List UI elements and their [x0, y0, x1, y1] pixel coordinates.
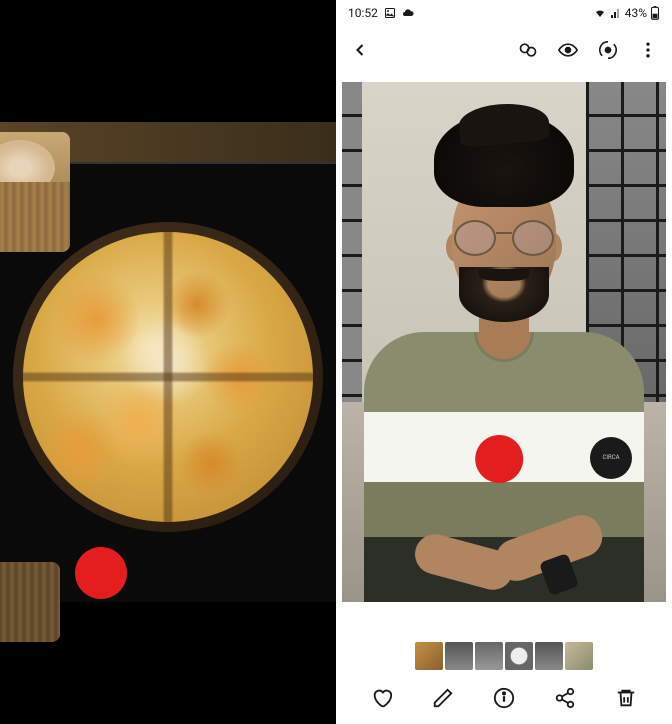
battery-percent: 43% [625, 6, 647, 20]
thumbnail-item[interactable] [475, 642, 503, 670]
share-button[interactable] [553, 686, 577, 710]
vision-button[interactable] [556, 38, 580, 62]
delete-button[interactable] [614, 686, 638, 710]
left-photo-viewer [0, 0, 336, 724]
signal-icon [610, 7, 622, 19]
back-button[interactable] [348, 38, 372, 62]
bixby-vision-button[interactable] [596, 38, 620, 62]
edit-button[interactable] [431, 686, 455, 710]
thumbnail-strip[interactable] [336, 640, 672, 672]
bottom-action-bar [336, 672, 672, 724]
cloud-status-icon [402, 7, 414, 19]
status-bar: 10:52 43% [336, 0, 672, 26]
wooden-plate [13, 222, 323, 532]
battery-icon [650, 6, 660, 20]
photo-viewer[interactable]: CIRCA [336, 74, 672, 640]
clock-time: 10:52 [348, 6, 378, 20]
marker-dot-icon [475, 435, 523, 483]
thumbnail-item[interactable] [445, 642, 473, 670]
thumbnail-item[interactable] [505, 642, 533, 670]
coffee-cup-bottom [0, 562, 60, 642]
thumbnail-item[interactable] [535, 642, 563, 670]
food-photo[interactable] [0, 122, 336, 602]
thumbnail-item[interactable] [565, 642, 593, 670]
person-subject: CIRCA [364, 112, 644, 602]
details-button[interactable] [492, 686, 516, 710]
more-menu-button[interactable] [636, 38, 660, 62]
favorite-button[interactable] [370, 686, 394, 710]
cheese-pizza [23, 232, 313, 522]
gallery-app: 10:52 43% [336, 0, 672, 724]
background-window-left [342, 82, 362, 432]
wifi-icon [593, 7, 607, 19]
marker-dot-icon [75, 547, 127, 599]
portrait-photo: CIRCA [342, 82, 666, 602]
tshirt-badge: CIRCA [590, 437, 632, 479]
app-bar [336, 26, 672, 74]
remaster-button[interactable] [516, 38, 540, 62]
thumbnail-item[interactable] [415, 642, 443, 670]
image-status-icon [384, 7, 396, 19]
